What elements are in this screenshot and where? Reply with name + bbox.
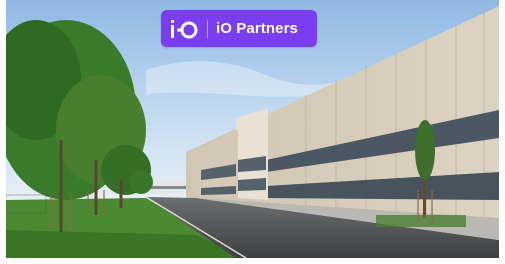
brand-name: iO Partners xyxy=(216,20,298,37)
brand-badge: iO Partners xyxy=(161,10,317,47)
logo-divider xyxy=(207,19,208,38)
young-tree xyxy=(415,120,435,180)
io-logo-icon xyxy=(161,10,205,47)
image-frame: iO Partners xyxy=(0,0,505,264)
